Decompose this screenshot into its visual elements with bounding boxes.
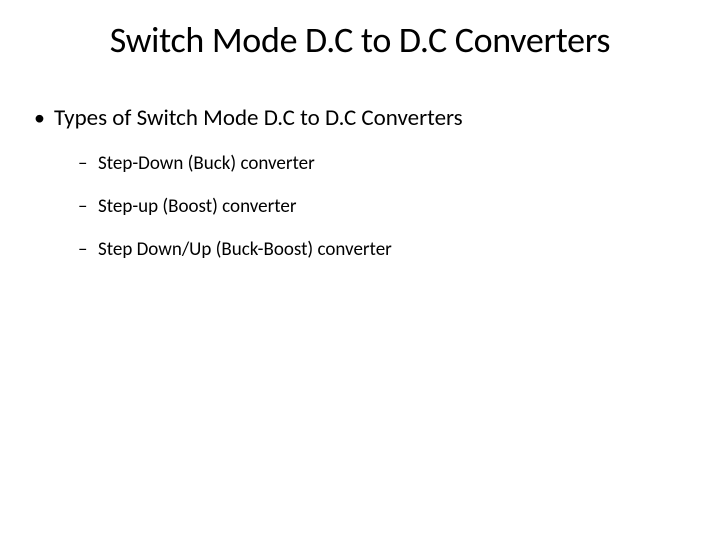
bullet-text: Step-Down (Buck) converter	[98, 152, 315, 175]
bullet-text: Types of Switch Mode D.C to D.C Converte…	[54, 104, 463, 132]
bullet-level2: Step-Down (Buck) converter	[78, 152, 720, 175]
bullet-level2: Step Down/Up (Buck-Boost) converter	[78, 238, 720, 261]
bullet-level1: Types of Switch Mode D.C to D.C Converte…	[34, 104, 720, 132]
bullet-text: Step-up (Boost) converter	[98, 195, 296, 218]
bullet-level2: Step-up (Boost) converter	[78, 195, 720, 218]
slide-title: Switch Mode D.C to D.C Converters	[0, 18, 720, 62]
bullet-text: Step Down/Up (Buck-Boost) converter	[98, 238, 392, 261]
slide-container: Switch Mode D.C to D.C Converters Types …	[0, 0, 720, 540]
